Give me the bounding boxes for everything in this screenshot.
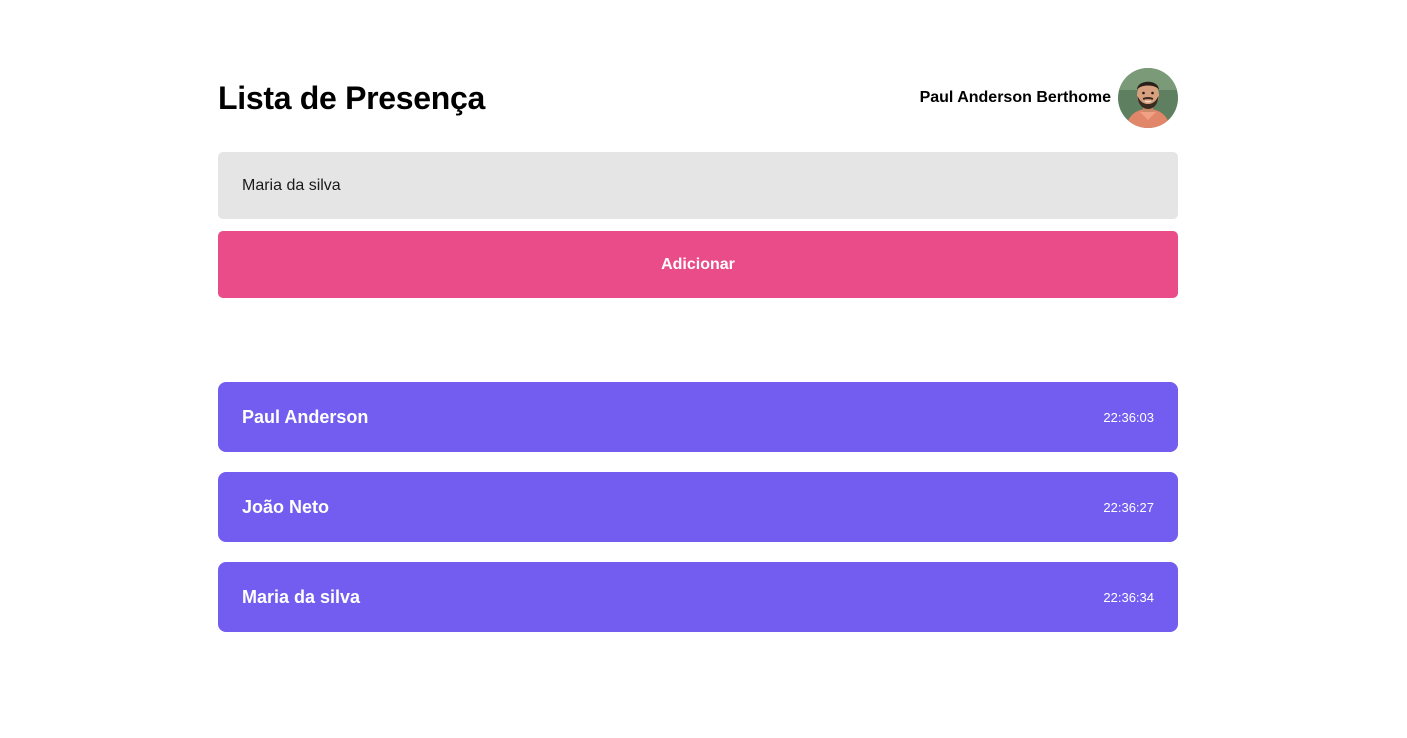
avatar (1118, 68, 1178, 128)
student-card: João Neto 22:36:27 (218, 472, 1178, 542)
user-profile: Paul Anderson Berthome (920, 68, 1178, 128)
page-title: Lista de Presença (218, 80, 486, 116)
student-name: Maria da silva (242, 586, 361, 607)
student-card: Maria da silva 22:36:34 (218, 562, 1178, 632)
user-name: Paul Anderson Berthome (919, 89, 1111, 106)
student-time: 22:36:34 (1103, 589, 1154, 605)
student-card: Paul Anderson 22:36:03 (218, 382, 1178, 452)
page-header: Lista de Presença Paul Anderson Berthome (218, 68, 1178, 128)
student-name: Paul Anderson (242, 406, 369, 427)
student-name-input[interactable] (218, 152, 1178, 219)
page-container: Lista de Presença Paul Anderson Berthome… (218, 68, 1178, 652)
add-button[interactable]: Adicionar (218, 231, 1178, 298)
student-list: Paul Anderson 22:36:03 João Neto 22:36:2… (218, 382, 1178, 632)
student-time: 22:36:03 (1103, 409, 1154, 425)
student-time: 22:36:27 (1103, 499, 1154, 515)
student-name: João Neto (242, 496, 330, 517)
